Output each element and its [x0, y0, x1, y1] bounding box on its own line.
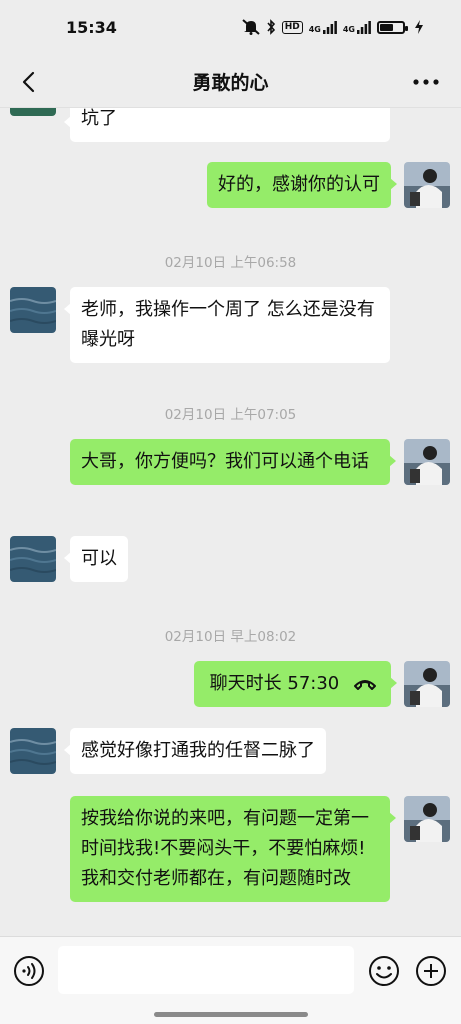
- timestamp: 02月10日 上午07:05: [164, 407, 297, 423]
- my-avatar[interactable]: [404, 796, 450, 842]
- contact-avatar[interactable]: [10, 108, 56, 116]
- message-bubble-outgoing[interactable]: 大哥，你方便吗？我们可以通个电话: [70, 439, 396, 485]
- message-text: 坑了: [81, 108, 117, 129]
- message-bubble-incoming[interactable]: 老师，我操作一个周了 怎么还是没有曝光呀: [64, 287, 390, 363]
- status-bar: 15:34 HD 4G 4G: [0, 0, 461, 56]
- contact-avatar[interactable]: [10, 536, 56, 582]
- message-bubble-outgoing[interactable]: 好的，感谢你的认可: [207, 162, 397, 208]
- my-avatar[interactable]: [404, 661, 450, 707]
- contact-avatar[interactable]: [10, 728, 56, 774]
- my-avatar[interactable]: [404, 439, 450, 485]
- my-avatar[interactable]: [404, 162, 450, 208]
- signal-4g-icon: 4G: [309, 20, 337, 34]
- message-bubble-incoming[interactable]: 坑了: [64, 108, 390, 142]
- message-input[interactable]: [58, 946, 354, 994]
- input-bar: [0, 936, 461, 1024]
- emoji-icon[interactable]: [368, 955, 400, 987]
- message-bubble-incoming[interactable]: 感觉好像打通我的任督二脉了: [64, 728, 326, 774]
- charging-icon: [415, 20, 423, 34]
- message-text: 好的，感谢你的认可: [218, 174, 380, 195]
- status-icons: HD 4G 4G: [242, 19, 423, 35]
- more-options-icon[interactable]: [411, 68, 441, 96]
- timestamp: 02月10日 早上08:02: [164, 629, 297, 645]
- message-text: 老师，我操作一个周了 怎么还是没有曝光呀: [81, 299, 375, 350]
- hd-badge: HD: [281, 20, 303, 34]
- mute-bell-icon: [242, 19, 260, 35]
- bluetooth-icon: [267, 19, 275, 35]
- battery-icon: [377, 20, 408, 34]
- home-indicator: [154, 1012, 308, 1017]
- phone-hangup-icon: [354, 680, 376, 690]
- signal-4g-icon-2: 4G: [343, 20, 371, 34]
- message-list[interactable]: 坑了 好的，感谢你的认可 02月10日 上午06:58 老师，我操作一个周了 怎…: [0, 108, 461, 936]
- voice-input-icon[interactable]: [13, 955, 45, 987]
- message-text: 大哥，你方便吗？我们可以通个电话: [81, 451, 369, 472]
- add-more-icon[interactable]: [415, 955, 447, 987]
- message-text: 感觉好像打通我的任督二脉了: [81, 740, 315, 761]
- call-duration-text: 聊天时长 57:30: [209, 673, 340, 694]
- call-record-bubble[interactable]: 聊天时长 57:30: [193, 661, 398, 707]
- message-bubble-outgoing[interactable]: 按我给你说的来吧，有问题一定第一时间找我!不要闷头干，不要怕麻烦!我和交付老师都…: [70, 796, 396, 902]
- message-text: 可以: [81, 548, 117, 569]
- clock: 15:34: [66, 18, 117, 37]
- contact-avatar[interactable]: [10, 287, 56, 333]
- message-text: 按我给你说的来吧，有问题一定第一时间找我!不要闷头干，不要怕麻烦!我和交付老师都…: [81, 808, 369, 889]
- timestamp: 02月10日 上午06:58: [164, 255, 297, 271]
- chat-header: 勇敢的心: [0, 56, 461, 108]
- message-bubble-incoming[interactable]: 可以: [64, 536, 128, 582]
- chat-title: 勇敢的心: [192, 72, 269, 94]
